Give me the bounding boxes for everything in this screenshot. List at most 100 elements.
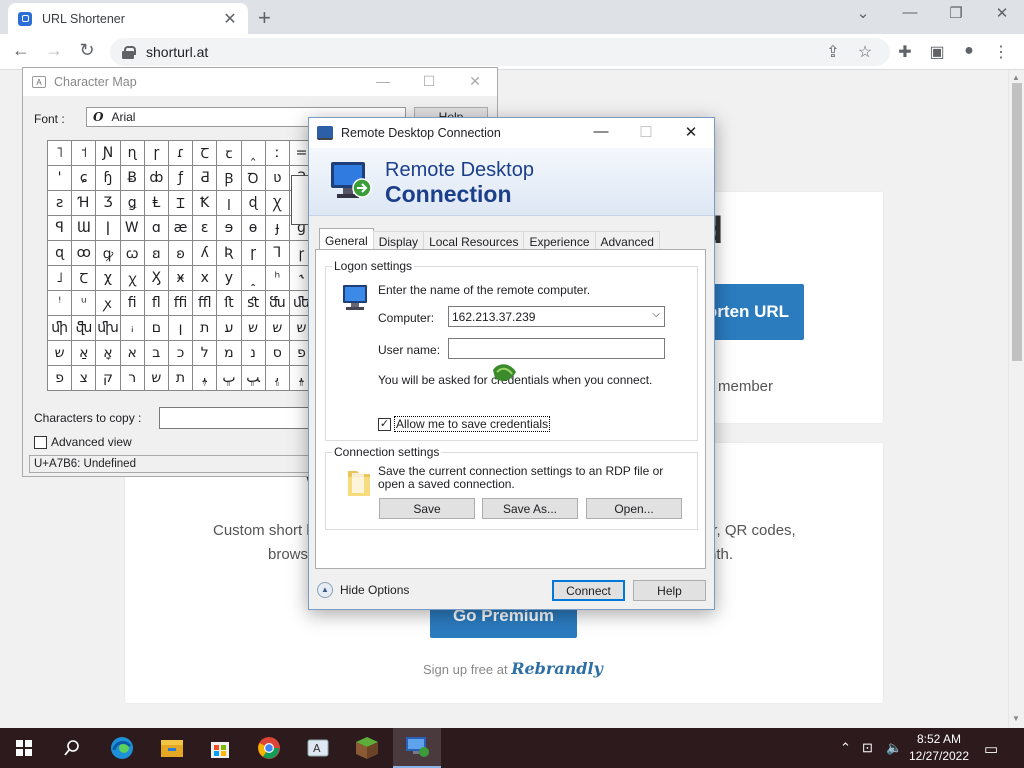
character-cell[interactable]: ש [265,316,290,341]
tab-experience[interactable]: Experience [523,231,596,251]
character-cell[interactable]: ﬠ [217,316,242,341]
character-cell[interactable]: Ꞵ [217,166,242,191]
character-cell[interactable]: y [217,266,242,291]
chrome-icon[interactable] [245,728,293,768]
character-cell[interactable]: ꭓ [120,266,145,291]
tab-local-resources[interactable]: Local Resources [423,231,525,251]
character-cell[interactable]: ﬃ [168,291,194,316]
character-cell[interactable]: ת [193,316,218,341]
tab-search-icon[interactable]: ⌄ [848,4,878,22]
minecraft-icon[interactable] [343,728,391,768]
character-cell[interactable]: Ʒ [96,191,121,216]
charmap-close-button[interactable]: ✕ [463,73,487,90]
character-cell[interactable]: ʰ [265,266,290,291]
charmap-maximize-button[interactable]: ☐ [417,73,441,90]
character-cell[interactable]: ꞌ [48,166,73,191]
character-cell[interactable]: Ⱡ [144,191,169,216]
address-bar[interactable]: shorturl.at [110,38,890,66]
character-cell[interactable]: ꝙ [96,241,121,266]
character-cell[interactable]: Ƌ [193,166,218,191]
character-cell[interactable]: ɼ [144,141,169,166]
reload-icon[interactable]: ↻ [76,40,98,61]
character-cell[interactable]: ﬆ [241,291,266,316]
character-cell[interactable]: Ꝁ [193,191,218,216]
character-cell[interactable]: ר [120,366,145,391]
star-icon[interactable]: ☆ [854,42,876,62]
search-icon[interactable] [48,728,96,768]
character-cell[interactable]: ɼ [241,241,266,266]
character-cell[interactable]: Ꞁ [265,241,290,266]
minimize-window-button[interactable]: — [895,4,925,21]
save-button[interactable]: Save [379,498,475,519]
character-cell[interactable]: ﭛ [241,366,266,391]
start-icon[interactable] [0,728,48,768]
character-cell[interactable]: ש [241,316,266,341]
characters-to-copy-input[interactable] [159,407,319,429]
character-cell[interactable]: ꞇ [217,141,242,166]
character-cell[interactable]: ɛ [193,216,218,241]
chevron-down-icon[interactable]: ⌵ [652,309,660,320]
page-scrollbar[interactable]: ▲ ▼ [1008,71,1024,728]
network-icon[interactable]: ⊡ [862,740,873,756]
character-cell[interactable]: ﬁ [120,291,145,316]
character-cell[interactable]: ל [193,341,218,366]
file-explorer-icon[interactable] [148,728,196,768]
restore-window-button[interactable]: ❐ [941,4,971,22]
back-icon[interactable]: ← [10,40,32,61]
character-cell[interactable]: ᵘ [72,291,97,316]
character-cell[interactable]: נ [241,341,266,366]
character-cell[interactable]: ꟼ [48,216,73,241]
character-cell[interactable]: אָ [96,341,121,366]
character-cell[interactable]: ƨ [48,191,73,216]
character-cell[interactable]: Ꞇ [193,141,218,166]
character-cell[interactable]: ɧ [96,166,121,191]
character-cell[interactable]: ﭚ [217,366,242,391]
tab-advanced[interactable]: Advanced [594,231,660,251]
menu-icon[interactable]: ⋮ [990,42,1012,62]
character-cell[interactable]: כ [168,341,194,366]
character-cell[interactable]: Ꞇ [72,266,97,291]
save-credentials-checkbox[interactable]: ✓ [378,417,391,431]
sidepanel-icon[interactable]: ▣ [926,42,948,62]
rdp-maximize-button[interactable]: ☐ [632,123,660,141]
character-cell[interactable]: ˥ [48,141,73,166]
character-cell[interactable]: ˦ [72,141,97,166]
character-cell[interactable]: ː [265,141,290,166]
character-cell[interactable]: ꜟ [120,316,145,341]
browser-tab[interactable]: URL Shortener ✕ [8,3,248,34]
scroll-thumb[interactable] [1012,83,1022,361]
extensions-icon[interactable]: ✚ [894,42,916,62]
character-cell[interactable]: ꜝ [48,291,73,316]
hide-options-toggle[interactable]: ▲ Hide Options [317,582,409,598]
character-cell[interactable]: ɳ [120,141,145,166]
rdp-minimize-button[interactable]: — [587,123,615,140]
scroll-down-icon[interactable]: ▼ [1012,714,1020,723]
character-cell[interactable]: Ӽ [144,266,169,291]
character-cell[interactable]: ם [144,316,169,341]
save-credentials-option[interactable]: ✓ Allow me to save credentials [378,416,551,432]
character-cell[interactable]: ɾ [168,141,194,166]
character-cell[interactable]: ﬕ [48,316,73,341]
character-cell[interactable]: ǥ [120,191,145,216]
character-cell[interactable]: ꝏ [72,241,97,266]
character-cell[interactable]: ﭜ [265,366,290,391]
character-grid[interactable]: ˥˦ƝɳɼɾꞆꞇ‸ː=ꞌɕɧɃȸƒƋꞴꝹʋƧƨꞪƷǥⱠꞮꝀꞁɖꞳⱣꟼƜǀᎳɑæɛ… [47,140,315,391]
advanced-view-checkbox[interactable] [34,435,47,449]
character-cell[interactable]: ɋ [48,241,73,266]
character-cell[interactable]: ש [144,366,169,391]
edge-icon[interactable] [98,728,146,768]
charmap-minimize-button[interactable]: — [371,73,395,89]
remote-desktop-icon[interactable] [393,728,441,768]
rdp-help-button[interactable]: Help [633,580,706,601]
profile-icon[interactable]: ● [958,42,980,60]
store-icon[interactable] [196,728,244,768]
save-credentials-label[interactable]: Allow me to save credentials [394,416,551,432]
character-cell[interactable]: ˩ [48,266,73,291]
chevron-up-icon[interactable]: ⌃ [840,740,851,756]
character-cell[interactable]: ﬗ [96,316,121,341]
open-button[interactable]: Open... [586,498,682,519]
character-cell[interactable]: ﬓ [265,291,290,316]
character-cell[interactable]: ﬂ [144,291,169,316]
character-map-icon[interactable]: A [294,728,342,768]
character-cell[interactable]: Ꮃ [120,216,145,241]
